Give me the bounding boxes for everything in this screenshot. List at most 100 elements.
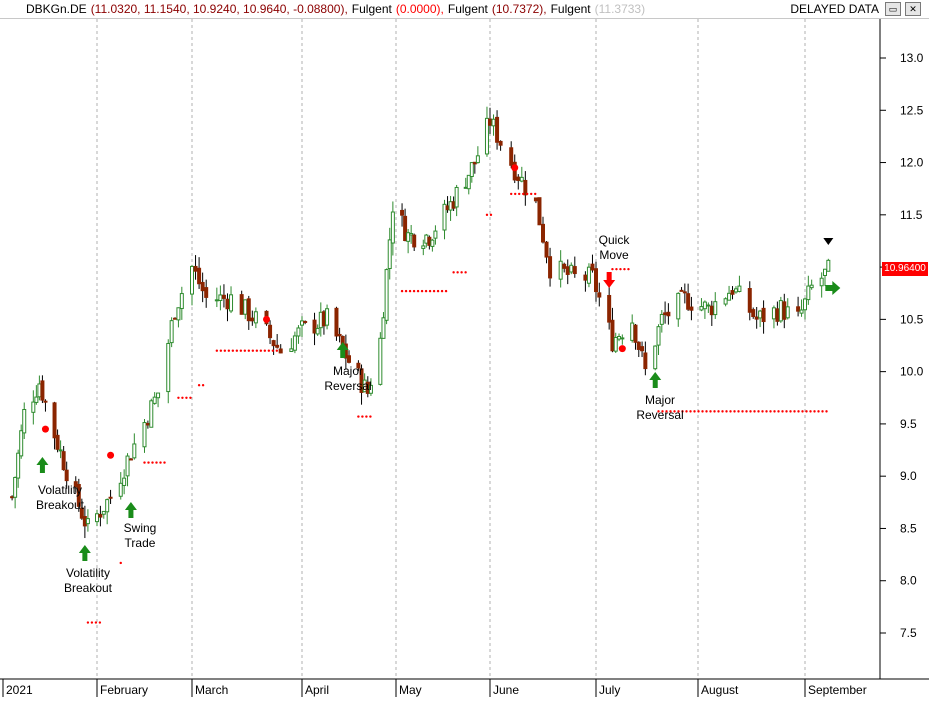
candle-body (771, 307, 776, 320)
stop-dot (821, 410, 824, 413)
candle-body (315, 327, 320, 335)
candle-body (200, 281, 205, 292)
candle-body (16, 452, 21, 479)
y-tick-label: 13.0 (900, 51, 924, 65)
stop-dot (725, 410, 728, 413)
candle-body (400, 209, 405, 216)
stop-dot (94, 621, 98, 624)
candle-body (101, 510, 106, 515)
stop-dot (485, 213, 489, 217)
stop-dot (177, 396, 180, 399)
y-tick-label: 7.5 (900, 626, 917, 640)
stop-dot (801, 410, 804, 413)
candle-body (823, 268, 827, 277)
stop-dot (255, 349, 259, 352)
stop-dot (749, 410, 752, 413)
candle-body (52, 402, 57, 439)
candle-body (253, 311, 258, 324)
stop-dot (365, 415, 368, 418)
price-chart[interactable]: 13.012.512.011.511.010.510.09.59.08.58.0… (0, 19, 929, 702)
ohlc-values: (11.0320, 11.1540, 10.9240, 10.9640, -0.… (90, 2, 348, 16)
candle-body (702, 301, 707, 310)
stop-dot (733, 410, 736, 413)
stop-dot (825, 410, 828, 413)
candle-body (303, 320, 308, 323)
candle-body (679, 289, 684, 292)
stop-dot (745, 410, 748, 413)
stop-dot (432, 289, 436, 293)
candle-body (610, 319, 615, 352)
candle-body (412, 234, 417, 248)
x-tick-label: June (493, 683, 519, 697)
stop-dot (159, 461, 162, 464)
minimize-icon[interactable]: ▭ (885, 2, 901, 16)
candle-body (40, 380, 45, 401)
annotation-label: Major (333, 364, 363, 378)
candle-body (597, 292, 602, 298)
annotation-label: Reversal (636, 408, 683, 422)
candle-body (663, 312, 668, 316)
candle-body (796, 306, 801, 312)
stop-dot (428, 289, 432, 293)
candle-body (541, 223, 545, 243)
stop-dot (713, 410, 716, 413)
candle-body (347, 355, 351, 363)
y-tick-label: 10.0 (900, 365, 924, 379)
candle-body (826, 259, 831, 272)
candle-body (125, 455, 130, 477)
candle-body (55, 434, 60, 450)
y-tick-label: 12.0 (900, 156, 924, 170)
stop-dot (444, 289, 448, 293)
stop-dot (697, 410, 700, 413)
candle-body (321, 311, 326, 327)
stop-dot (239, 349, 243, 352)
stop-dot (267, 349, 271, 352)
candle-body (378, 337, 383, 385)
signal-dot (107, 451, 115, 459)
candle-body (653, 345, 658, 370)
candle-body (430, 239, 435, 247)
stop-dot (420, 289, 424, 293)
candle-body (727, 292, 732, 301)
candle-body (533, 197, 538, 202)
stop-dot (781, 410, 784, 413)
candle-body (325, 308, 330, 326)
candle-body (421, 245, 426, 249)
delayed-data-label: DELAYED DATA (790, 2, 879, 16)
stop-dot (526, 192, 529, 196)
y-tick-label: 11.5 (900, 208, 923, 222)
stop-dot (460, 271, 463, 274)
stop-dot (615, 267, 618, 271)
candle-body (384, 269, 389, 321)
candle-body (572, 266, 577, 275)
sell-arrow-icon (603, 272, 616, 288)
candle-body (799, 309, 804, 314)
stop-dot (785, 410, 788, 413)
stop-dot (689, 410, 692, 413)
candle-body (19, 430, 24, 457)
indicator-3-value: (11.3733) (594, 2, 646, 16)
candle-body (594, 268, 598, 293)
stop-dot (181, 396, 184, 399)
candle-body (156, 392, 161, 399)
candle-body (778, 300, 783, 322)
stop-dot (729, 410, 732, 413)
stop-dot (777, 410, 780, 413)
signal-dot (263, 315, 271, 323)
candle-body (643, 352, 648, 370)
candle-body (562, 263, 567, 269)
buy-arrow-icon (124, 502, 137, 518)
stop-dot (721, 410, 724, 413)
candle-body (334, 307, 339, 337)
candle-body (292, 335, 297, 351)
x-tick-label: February (100, 683, 148, 697)
stop-dot (219, 349, 223, 352)
candle-body (142, 422, 147, 448)
stop-dot (705, 410, 708, 413)
candle-body (197, 267, 202, 285)
close-icon[interactable]: ✕ (905, 2, 921, 16)
candle-body (289, 348, 294, 352)
x-tick-label: April (305, 683, 329, 697)
candle-body (569, 264, 574, 273)
stop-dot (623, 267, 626, 271)
